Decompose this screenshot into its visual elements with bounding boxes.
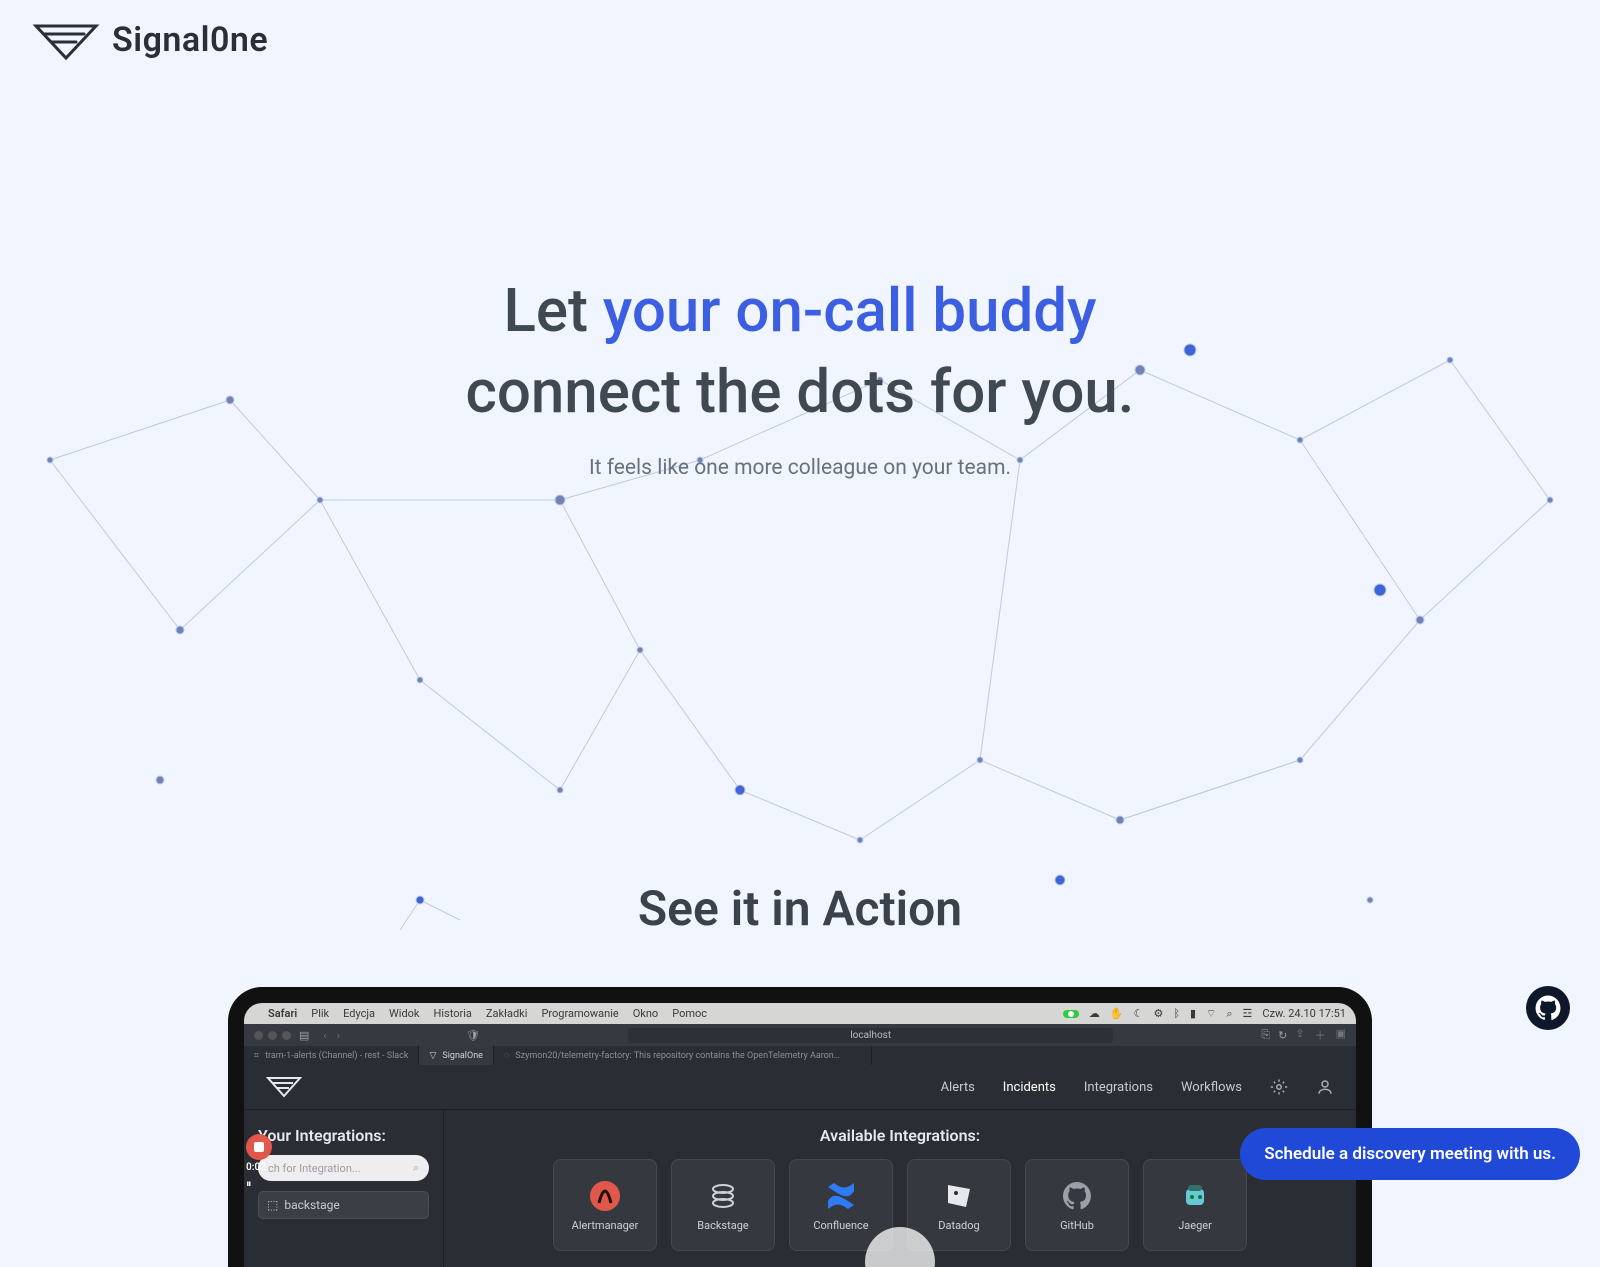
tab-label: Szymon20/telemetry-factory: This reposit…: [515, 1051, 840, 1061]
newtab-icon: ＋: [1315, 1027, 1326, 1043]
signalone-favicon-icon: ▽: [429, 1051, 436, 1061]
browser-tab: ⌗ tram-1-alerts (Channel) - rest - Slack: [244, 1046, 419, 1065]
sidebar-item-label: backstage: [284, 1198, 339, 1212]
app-body: 0:02 ⏸ Your Integrations: ch for Integra…: [244, 1110, 1356, 1267]
menu-item: Historia: [434, 1007, 472, 1020]
hero-subtitle: It feels like one more colleague on your…: [0, 456, 1600, 480]
brand-name: Signal0ne: [112, 20, 268, 60]
tab-label: tram-1-alerts (Channel) - rest - Slack: [265, 1051, 408, 1061]
hand-icon: ✋: [1110, 1007, 1124, 1020]
nav-integrations[interactable]: Integrations: [1084, 1080, 1153, 1095]
demo-screen: Safari Plik Edycja Widok Historia Zakład…: [244, 1003, 1356, 1267]
tab-label: SignalOne: [442, 1051, 483, 1061]
backstage-icon: [706, 1179, 740, 1213]
menu-item: Widok: [389, 1007, 420, 1020]
url-text: localhost: [850, 1030, 891, 1041]
brand-mark-icon: [32, 18, 102, 62]
tile-label: Confluence: [813, 1219, 868, 1232]
browser-tab: ◌ Szymon20/telemetry-factory: This repos…: [494, 1046, 872, 1065]
reader-icon: ⎘: [1261, 1028, 1270, 1042]
cta-label: Schedule a discovery meeting with us.: [1264, 1144, 1556, 1164]
pause-icon: ⏸: [246, 1177, 264, 1191]
demo-device-frame: Safari Plik Edycja Widok Historia Zakład…: [228, 987, 1372, 1267]
tile-label: Datadog: [938, 1219, 979, 1232]
search-icon: ⌕: [1226, 1007, 1232, 1021]
main-title: Available Integrations:: [464, 1126, 1336, 1145]
wifi-icon: ⌔: [1206, 1007, 1216, 1021]
bluetooth-icon: ᛒ: [1173, 1007, 1180, 1020]
reload-icon: ↻: [1278, 1029, 1287, 1042]
menu-item: Programowanie: [541, 1007, 618, 1020]
nav-incidents[interactable]: Incidents: [1003, 1080, 1056, 1095]
menu-item: Plik: [311, 1007, 329, 1020]
browser-tabstrip: ⌗ tram-1-alerts (Channel) - rest - Slack…: [244, 1046, 1356, 1065]
browser-toolbar: ▤ ‹ › 🛡︎ localhost ⎘ ↻ ⇪ ＋ ▣: [244, 1024, 1356, 1045]
confluence-icon: [824, 1179, 858, 1213]
github-fab[interactable]: [1526, 986, 1570, 1030]
schedule-meeting-button[interactable]: Schedule a discovery meeting with us.: [1240, 1128, 1580, 1180]
gear-icon: ⚙︎: [1153, 1007, 1163, 1020]
hero-line1-pre: Let: [503, 275, 602, 346]
privacy-icon: 🛡︎: [466, 1029, 480, 1042]
recording-overlay: 0:02 ⏸: [246, 1134, 300, 1191]
sidebar-item-backstage[interactable]: ⬚ backstage: [258, 1191, 429, 1219]
nav-alerts[interactable]: Alerts: [941, 1080, 975, 1095]
menu-item: Okno: [633, 1007, 659, 1020]
site-header: Signal0ne: [0, 0, 1600, 80]
back-icon: ‹: [323, 1029, 326, 1042]
app-logo-icon: [266, 1074, 304, 1100]
github-icon: [1060, 1179, 1094, 1213]
browser-tab: ▽ SignalOne: [419, 1046, 494, 1065]
datadog-icon: [942, 1179, 976, 1213]
github-icon: [1535, 995, 1561, 1021]
sidebar: 0:02 ⏸ Your Integrations: ch for Integra…: [244, 1110, 444, 1267]
tile-github[interactable]: GitHub: [1025, 1159, 1129, 1251]
tile-label: Backstage: [697, 1219, 748, 1232]
hero-section: Let your on-call buddy connect the dots …: [0, 80, 1600, 480]
moon-icon: ☾: [1134, 1007, 1144, 1020]
url-bar: localhost: [628, 1028, 1113, 1043]
alertmanager-icon: [588, 1179, 622, 1213]
tile-alertmanager[interactable]: Alertmanager: [553, 1159, 657, 1251]
hero-line1-accent: your on-call buddy: [603, 275, 1097, 346]
cube-icon: ⬚: [267, 1198, 278, 1212]
forward-icon: ›: [337, 1029, 340, 1042]
brand-logo[interactable]: Signal0ne: [32, 18, 268, 62]
hero-line2: connect the dots for you.: [466, 356, 1135, 427]
tabs-icon: ▣: [1336, 1027, 1346, 1043]
tile-label: Jaeger: [1178, 1219, 1212, 1232]
user-icon[interactable]: [1316, 1078, 1334, 1096]
tile-backstage[interactable]: Backstage: [671, 1159, 775, 1251]
screen-record-icon: [1063, 1010, 1079, 1018]
github-favicon-icon: ◌: [504, 1050, 509, 1061]
nav-workflows[interactable]: Workflows: [1181, 1080, 1242, 1095]
sidebar-toggle-icon: ▤: [299, 1029, 309, 1042]
cloud-icon: ☁︎: [1089, 1007, 1100, 1020]
search-icon: ⌕: [413, 1161, 419, 1175]
record-button-icon: [246, 1134, 272, 1160]
jaeger-icon: [1178, 1179, 1212, 1213]
record-time: 0:02: [246, 1162, 300, 1173]
menu-item: Edycja: [343, 1007, 375, 1020]
control-center-icon: ☲: [1243, 1007, 1253, 1020]
mac-menubar: Safari Plik Edycja Widok Historia Zakład…: [244, 1003, 1356, 1024]
settings-icon[interactable]: [1270, 1078, 1288, 1096]
section-see-in-action: See it in Action: [0, 880, 1600, 937]
slack-favicon-icon: ⌗: [254, 1051, 259, 1061]
menu-item: Zakładki: [486, 1007, 528, 1020]
tile-label: Alertmanager: [572, 1219, 639, 1232]
menu-app: Safari: [268, 1007, 297, 1020]
share-icon: ⇪: [1295, 1027, 1304, 1043]
window-controls: [254, 1031, 291, 1040]
app-nav: Alerts Incidents Integrations Workflows: [941, 1078, 1334, 1096]
tile-jaeger[interactable]: Jaeger: [1143, 1159, 1247, 1251]
main-panel: Available Integrations: Alertmanager Bac…: [444, 1110, 1356, 1267]
app-header: Alerts Incidents Integrations Workflows: [244, 1065, 1356, 1110]
menu-item: Pomoc: [672, 1007, 707, 1020]
hero-heading: Let your on-call buddy connect the dots …: [0, 270, 1600, 432]
clock-text: Czw. 24.10 17:51: [1262, 1007, 1346, 1020]
tile-label: GitHub: [1060, 1219, 1094, 1232]
battery-icon: ▮: [1190, 1007, 1196, 1020]
